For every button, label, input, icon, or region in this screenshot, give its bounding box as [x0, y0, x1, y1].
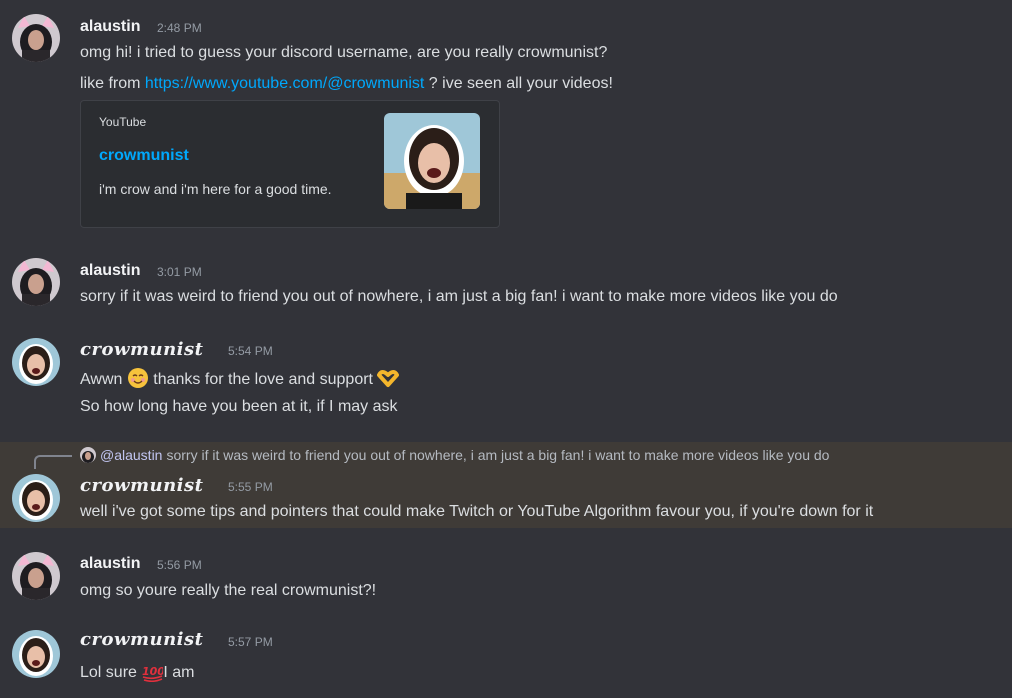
message-text-segment: ? ive seen all your videos! [424, 75, 613, 92]
message-text-with-emoji: Lol sure 100 I am [80, 660, 195, 682]
message-text: sorry if it was weird to friend you out … [80, 288, 838, 305]
message-author[interactable]: alaustin [80, 555, 140, 573]
message-group-5: alaustin 5:56 PM omg so youre really the… [0, 542, 1012, 612]
message-text-segment: thanks for the love and support [148, 371, 378, 388]
message-timestamp[interactable]: 2:48 PM [157, 21, 202, 35]
message-text-with-emoji: Awwn thanks for the love and support [80, 367, 400, 389]
message-group-4: crowmunist 5:55 PM well i've got some ti… [0, 466, 1012, 526]
heart-hands-emoji[interactable] [377, 367, 400, 389]
message-text: So how long have you been at it, if I ma… [80, 398, 398, 415]
message-author[interactable]: crowmunist [80, 339, 203, 360]
reply-avatar [80, 447, 96, 463]
embed-description: i'm crow and i'm here for a good time. [99, 181, 332, 197]
message-author[interactable]: alaustin [80, 18, 140, 36]
reply-reference[interactable]: @alaustin sorry if it was weird to frien… [80, 447, 829, 463]
message-timestamp[interactable]: 5:56 PM [157, 558, 202, 572]
message-author[interactable]: crowmunist [80, 629, 203, 650]
message-text-segment: like from [80, 75, 145, 92]
alaustin-avatar[interactable] [12, 552, 60, 600]
message-text-with-link: like from https://www.youtube.com/@crowm… [80, 75, 613, 93]
message-group-6: crowmunist 5:57 PM Lol sure 100 I am [0, 620, 1012, 690]
crowmunist-avatar[interactable] [12, 474, 60, 522]
reply-mention[interactable]: @alaustin [100, 447, 162, 463]
reply-preview-text[interactable]: sorry if it was weird to friend you out … [166, 447, 829, 463]
message-text: omg hi! i tried to guess your discord us… [80, 44, 608, 61]
message-author[interactable]: crowmunist [80, 475, 203, 496]
message-group-2: alaustin 3:01 PM sorry if it was weird t… [0, 250, 1012, 320]
chat-messages: alaustin 2:48 PM omg hi! i tried to gues… [0, 0, 1012, 698]
hundred-points-emoji[interactable]: 100 [141, 660, 163, 682]
message-timestamp[interactable]: 5:55 PM [228, 480, 273, 494]
crowmunist-avatar[interactable] [12, 338, 60, 386]
link-embed: YouTube crowmunist i'm crow and i'm here… [80, 100, 500, 228]
message-timestamp[interactable]: 5:57 PM [228, 635, 273, 649]
message-group-3: crowmunist 5:54 PM Awwn thanks for the l… [0, 330, 1012, 430]
embed-provider[interactable]: YouTube [99, 115, 146, 129]
message-text-segment: Awwn [80, 371, 127, 388]
youtube-link[interactable]: https://www.youtube.com/@crowmunist [145, 75, 424, 92]
message-timestamp[interactable]: 5:54 PM [228, 344, 273, 358]
message-group-1: alaustin 2:48 PM omg hi! i tried to gues… [0, 0, 1012, 240]
embed-title[interactable]: crowmunist [99, 147, 189, 165]
message-text-segment: Lol sure [80, 664, 142, 681]
message-text: omg so youre really the real crowmunist?… [80, 582, 377, 599]
alaustin-avatar[interactable] [12, 258, 60, 306]
crowmunist-avatar[interactable] [12, 630, 60, 678]
message-text: well i've got some tips and pointers tha… [80, 503, 874, 520]
alaustin-avatar[interactable] [12, 14, 60, 62]
message-author[interactable]: alaustin [80, 262, 140, 280]
message-timestamp[interactable]: 3:01 PM [157, 265, 202, 279]
smiling-face-emoji[interactable] [127, 367, 149, 389]
message-text-segment: I am [163, 664, 195, 681]
embed-thumbnail[interactable] [384, 113, 480, 209]
